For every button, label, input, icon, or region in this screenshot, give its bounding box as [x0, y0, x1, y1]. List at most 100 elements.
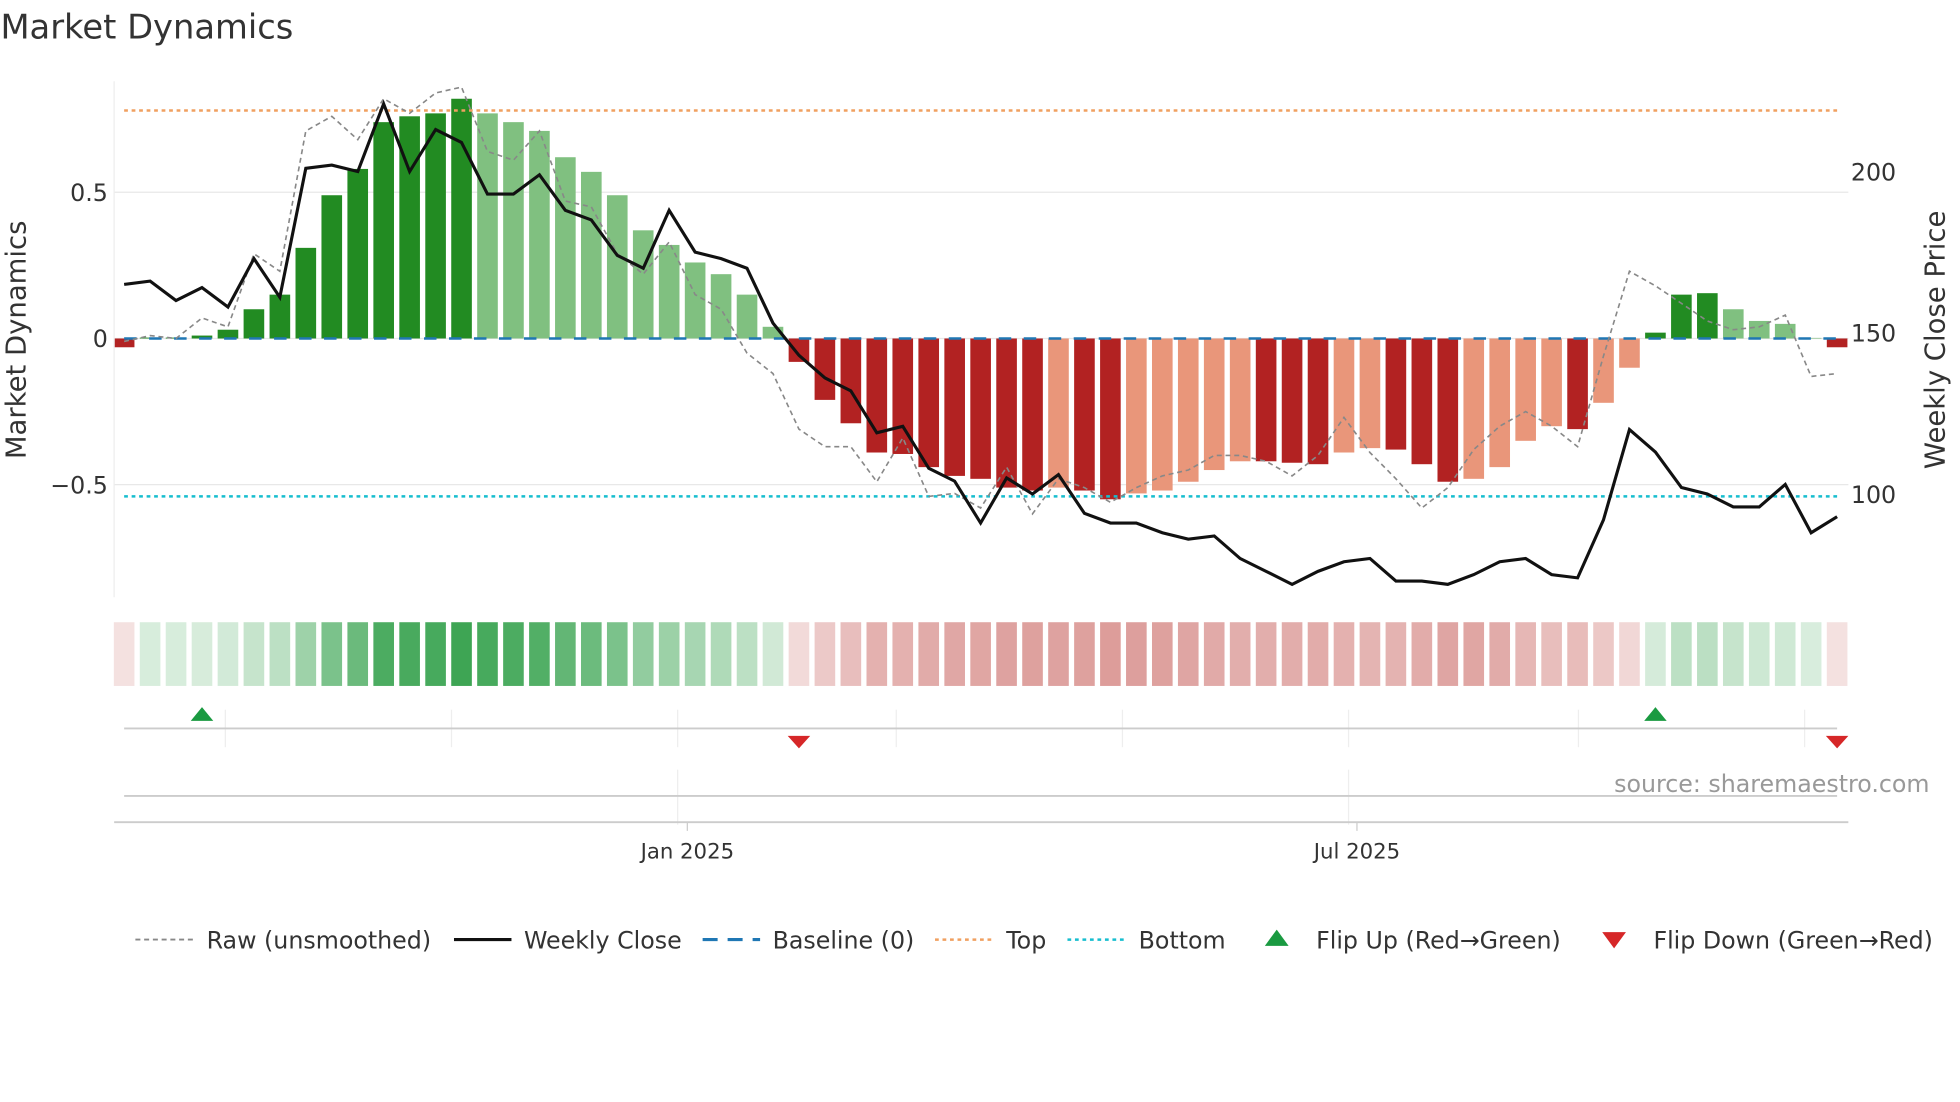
dynamics-bar	[373, 122, 394, 339]
heat-cell	[451, 622, 472, 686]
dynamics-bar	[632, 230, 654, 339]
dynamics-bar	[1100, 338, 1121, 500]
heat-cell	[1567, 622, 1588, 686]
dynamics-bar	[113, 338, 135, 348]
dynamics-bar	[477, 113, 498, 339]
x-tick-label: Jul 2025	[1312, 839, 1400, 864]
x-tick-label: Jan 2025	[639, 839, 735, 864]
heat-cell	[269, 622, 291, 686]
dynamics-bar	[1463, 338, 1485, 479]
dynamics-bar	[451, 98, 472, 339]
dynamics-bar	[1619, 338, 1640, 368]
dynamics-bar	[269, 294, 291, 339]
heat-cell	[1411, 622, 1433, 686]
heat-cell	[1281, 622, 1303, 686]
dynamics-bar	[710, 274, 732, 339]
heat-cell	[529, 622, 550, 686]
heat-cell	[658, 622, 680, 686]
dynamics-bar	[606, 195, 628, 339]
dynamics-bar	[217, 329, 239, 339]
y2-tick-label: 100	[1851, 481, 1896, 509]
heat-cell	[1826, 622, 1848, 686]
heat-cell	[1151, 622, 1173, 686]
dynamics-bar	[866, 338, 888, 453]
heat-cell	[1800, 622, 1822, 686]
heat-cell	[970, 622, 991, 686]
dynamics-bar	[1826, 338, 1848, 348]
dynamics-bar	[1593, 338, 1614, 403]
heat-cell	[1645, 622, 1666, 686]
heat-cell	[243, 622, 265, 686]
heat-cell	[1619, 622, 1640, 686]
dynamics-bar	[243, 309, 265, 339]
dynamics-bar	[503, 122, 524, 339]
heat-cell	[191, 622, 213, 686]
dynamics-bar	[1281, 338, 1303, 463]
heat-cell	[1541, 622, 1562, 686]
dynamics-bar	[1255, 338, 1277, 462]
legend-label: Raw (unsmoothed)	[207, 926, 431, 954]
heat-cell	[918, 622, 940, 686]
heat-cell	[165, 622, 187, 686]
heat-cell	[217, 622, 239, 686]
dynamics-bar	[1229, 338, 1251, 462]
dynamics-bar	[581, 171, 602, 339]
heat-cell	[139, 622, 161, 686]
dynamics-bar	[1126, 338, 1147, 494]
chart-title: Market Dynamics	[0, 8, 293, 47]
legend-label: Flip Down (Green→Red)	[1653, 926, 1932, 954]
dynamics-bar	[1177, 338, 1199, 482]
heat-cell	[295, 622, 317, 686]
flip-down-marker	[1825, 735, 1849, 749]
heat-cell	[555, 622, 576, 686]
heat-cell	[1100, 622, 1121, 686]
source-label: source: sharemaestro.com	[1614, 770, 1929, 798]
heat-cell	[1229, 622, 1251, 686]
heat-cell	[606, 622, 628, 686]
dynamics-bar	[1489, 338, 1511, 468]
heat-cell	[892, 622, 914, 686]
legend-label: Flip Up (Red→Green)	[1316, 926, 1561, 954]
heat-cell	[710, 622, 732, 686]
heat-cell	[1022, 622, 1043, 686]
heat-cell	[1177, 622, 1199, 686]
heat-cell	[788, 622, 810, 686]
heat-cell	[347, 622, 369, 686]
dynamics-bar	[1722, 309, 1744, 339]
dynamics-bar	[555, 157, 576, 339]
dynamics-bar	[1203, 338, 1225, 471]
heat-cell	[632, 622, 654, 686]
dynamics-bar	[1151, 338, 1173, 491]
dynamics-bar	[1333, 338, 1355, 453]
flip-up-marker	[1644, 707, 1667, 721]
heat-cell	[1515, 622, 1536, 686]
heat-cell	[1437, 622, 1459, 686]
heat-cell	[1307, 622, 1329, 686]
legend-label: Baseline (0)	[773, 926, 915, 954]
dynamics-bar	[1437, 338, 1459, 482]
dynamics-bar	[1359, 338, 1381, 449]
heat-cell	[1489, 622, 1511, 686]
heat-cell	[399, 622, 420, 686]
market-dynamics-chart: Market Dynamics 0.5 0 −0.5 200 150 100 Jan 202…	[0, 8, 1951, 955]
dynamics-bar	[840, 338, 862, 424]
heat-cell	[425, 622, 446, 686]
heat-cell	[1203, 622, 1225, 686]
bars	[113, 98, 1848, 500]
dynamics-bar	[996, 338, 1017, 488]
legend-flip-down-icon	[1602, 932, 1626, 949]
flip-up-marker	[190, 707, 214, 721]
dynamics-bar	[425, 113, 446, 339]
dynamics-bar	[658, 244, 680, 339]
heat-cell	[1359, 622, 1381, 686]
heat-cell	[1333, 622, 1355, 686]
heat-cell	[1048, 622, 1069, 686]
flip-panel	[114, 707, 1849, 825]
heat-cell	[321, 622, 343, 686]
heat-cell	[373, 622, 394, 686]
dynamics-bar	[1748, 320, 1770, 339]
legend: Raw (unsmoothed) Weekly Close Baseline (0)…	[135, 926, 1933, 954]
heat-cell	[840, 622, 862, 686]
heat-cell	[944, 622, 965, 686]
heat-cell	[113, 622, 135, 686]
